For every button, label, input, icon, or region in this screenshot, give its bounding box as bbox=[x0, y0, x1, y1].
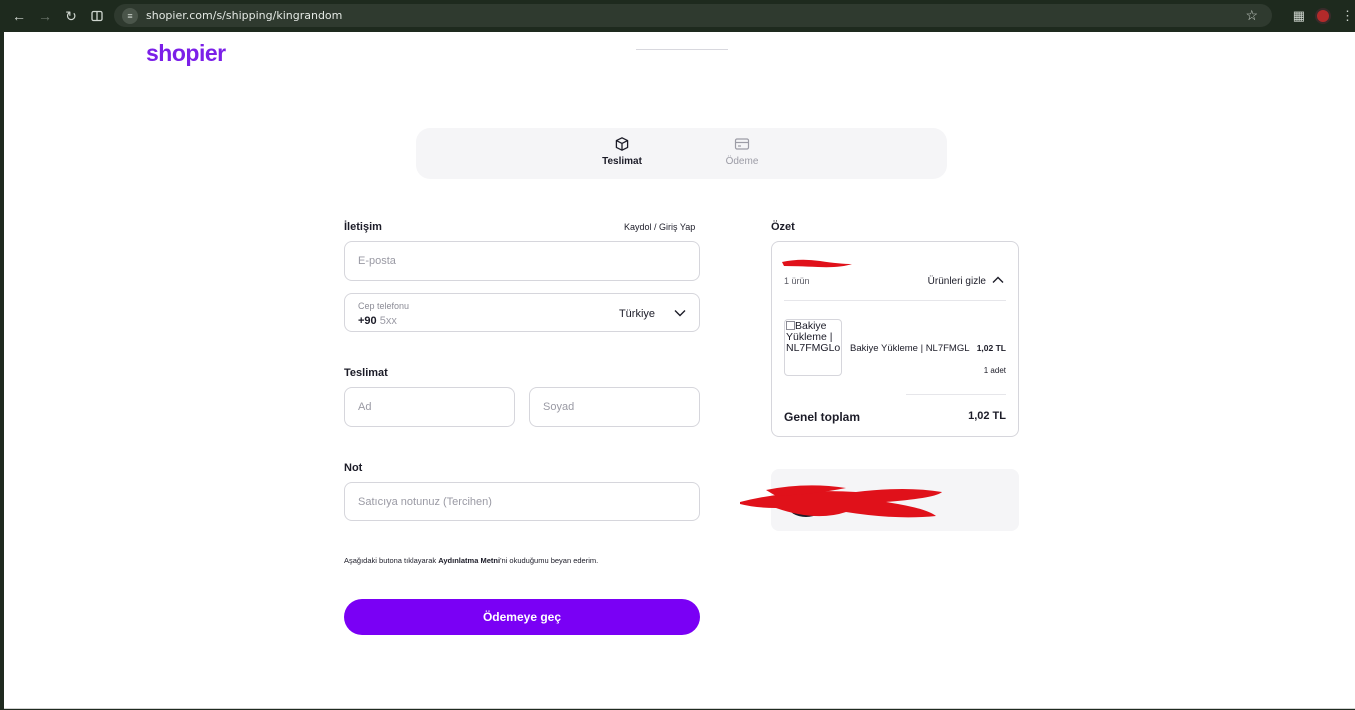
step-odeme[interactable]: Ödeme bbox=[712, 136, 772, 167]
disclaimer-suffix: 'ni okuduğumu beyan ederim. bbox=[500, 556, 599, 565]
redaction-mark bbox=[740, 485, 942, 518]
contact-heading: İletişim bbox=[344, 221, 382, 233]
total-value: 1,02 TL bbox=[968, 410, 1006, 422]
forward-icon[interactable]: → bbox=[32, 3, 58, 29]
country-select[interactable]: Türkiye bbox=[619, 308, 655, 320]
broken-image-icon bbox=[786, 321, 795, 330]
email-input[interactable] bbox=[345, 242, 699, 280]
note-input[interactable] bbox=[345, 483, 699, 520]
order-summary-card: 1 ürün Ürünleri gizle Bakiye Yükleme | N… bbox=[771, 241, 1019, 437]
first-name-field[interactable] bbox=[344, 387, 515, 427]
phone-placeholder: 5xx bbox=[379, 315, 397, 327]
summary-divider bbox=[906, 394, 1006, 395]
product-quantity: 1 adet bbox=[983, 366, 1006, 375]
url-text: shopier.com/s/shipping/kingrandom bbox=[146, 9, 343, 22]
browser-toolbar: ← → ↻ ≡ shopier.com/s/shipping/kingrando… bbox=[0, 0, 1355, 32]
checkout-page: shopier Teslimat Ödeme İletişim Kaydol /… bbox=[4, 32, 1355, 709]
page-bottom-border bbox=[4, 708, 1355, 709]
proceed-to-payment-button[interactable]: Ödemeye geç bbox=[344, 599, 700, 635]
site-info-icon[interactable]: ≡ bbox=[122, 7, 138, 24]
shipping-heading: Teslimat bbox=[344, 367, 388, 379]
menu-kebab-icon[interactable]: ⋮ bbox=[1341, 8, 1349, 24]
last-name-input[interactable] bbox=[530, 388, 699, 426]
chevron-down-icon[interactable] bbox=[673, 306, 687, 320]
phone-caption: Cep telefonu bbox=[358, 301, 410, 311]
disclaimer-prefix: Aşağıdaki butona tıklayarak bbox=[344, 556, 437, 565]
step-teslimat[interactable]: Teslimat bbox=[592, 136, 652, 167]
note-heading: Not bbox=[344, 462, 363, 474]
item-count: 1 ürün bbox=[784, 276, 810, 286]
phone-field[interactable]: Cep telefonu +90 5xx Türkiye bbox=[344, 293, 700, 332]
total-label: Genel toplam bbox=[784, 410, 861, 424]
chevron-up-icon[interactable] bbox=[991, 273, 1005, 287]
first-name-input[interactable] bbox=[345, 388, 514, 426]
product-price: 1,02 TL bbox=[976, 343, 1006, 353]
privacy-disclaimer: Aşağıdaki butona tıklayarak Aydınlatma M… bbox=[344, 556, 598, 565]
bookmark-star-icon[interactable]: ☆ bbox=[1245, 7, 1258, 24]
login-register-link[interactable]: Kaydol / Giriş Yap bbox=[624, 222, 695, 232]
address-bar[interactable]: ≡ shopier.com/s/shipping/kingrandom ☆ bbox=[114, 4, 1272, 27]
product-image: Bakiye Yükleme | NL7FMGLo bbox=[784, 319, 842, 376]
back-icon[interactable]: ← bbox=[6, 3, 32, 29]
last-name-field[interactable] bbox=[529, 387, 700, 427]
phone-input[interactable]: +90 5xx bbox=[358, 315, 397, 327]
checkout-stepper bbox=[416, 128, 947, 179]
reload-icon[interactable]: ↻ bbox=[58, 3, 84, 29]
step-label: Teslimat bbox=[602, 156, 642, 167]
credit-card-icon bbox=[734, 138, 750, 150]
profile-avatar[interactable] bbox=[1315, 8, 1331, 24]
summary-divider bbox=[784, 300, 1006, 301]
product-image-alt: Bakiye Yükleme | NL7FMGLo bbox=[786, 320, 841, 354]
split-view-icon[interactable] bbox=[84, 3, 110, 29]
note-field[interactable] bbox=[344, 482, 700, 521]
stepper-connector bbox=[636, 49, 728, 50]
phone-code: +90 bbox=[358, 315, 377, 327]
extensions-icon[interactable]: ▦ bbox=[1293, 8, 1305, 24]
redaction-mark bbox=[782, 259, 852, 268]
privacy-notice-link[interactable]: Aydınlatma Metni bbox=[438, 556, 500, 565]
hide-items-toggle[interactable]: Ürünleri gizle bbox=[928, 276, 986, 287]
email-field[interactable] bbox=[344, 241, 700, 281]
shopier-logo[interactable]: shopier bbox=[146, 40, 226, 67]
step-label: Ödeme bbox=[725, 156, 759, 167]
product-name: Bakiye Yükleme | NL7FMGLo bbox=[850, 343, 970, 354]
package-icon bbox=[615, 137, 629, 151]
summary-heading: Özet bbox=[771, 221, 795, 233]
